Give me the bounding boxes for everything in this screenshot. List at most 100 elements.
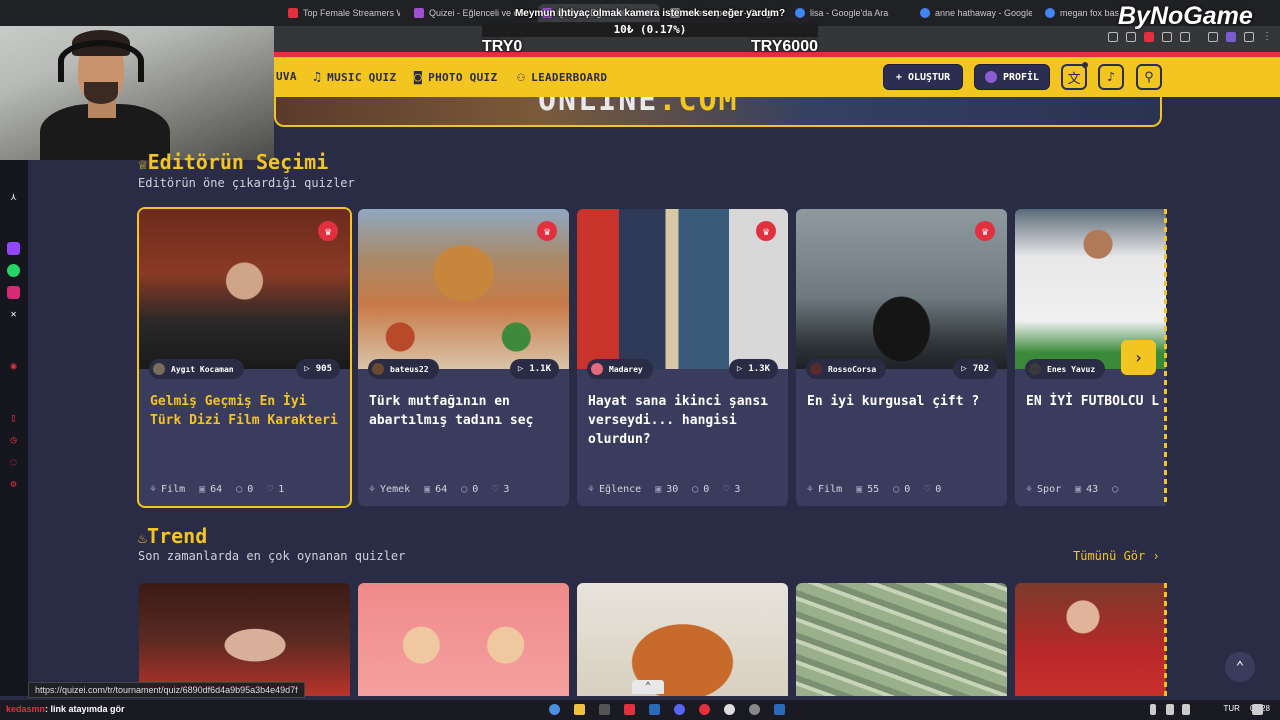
goal-max: TRY6000: [751, 38, 818, 55]
stream-sidebar: [0, 160, 28, 696]
browser-tab[interactable]: megan fox bas: [1045, 4, 1120, 22]
search-icon[interactable]: ⚲: [1136, 64, 1162, 90]
trend-quiz-card[interactable]: [796, 583, 1007, 696]
folder-icon[interactable]: [574, 704, 585, 715]
nav-item-leaderboard[interactable]: ⚇ LEADERBOARD: [517, 70, 607, 85]
play-count: ▷ 1.1K: [509, 359, 559, 379]
donation-message: Meymun ihtiyaç olmak kamera istemek sen …: [514, 8, 786, 19]
language-indicator[interactable]: TUR: [1224, 704, 1240, 713]
gear-icon[interactable]: ⚙: [7, 478, 20, 491]
twitch-icon[interactable]: [7, 242, 20, 255]
avatar: [591, 363, 603, 375]
nav-item-music-quiz[interactable]: ♫ MUSIC QUIZ: [313, 70, 396, 85]
instagram-icon[interactable]: [7, 286, 20, 299]
translate-icon[interactable]: 文: [1061, 64, 1087, 90]
quiz-card[interactable]: ♛ bateus22 ▷ 1.1K Türk mutfağının en abar…: [358, 209, 569, 506]
quiz-title: Türk mutfağının en abartılmış tadını seç: [369, 394, 534, 428]
media-icon[interactable]: [699, 704, 710, 715]
taskbar-app-icon[interactable]: [549, 704, 560, 715]
notification-icon[interactable]: [1252, 704, 1263, 715]
chat-message: kedasmn: link atayımda gör: [6, 704, 125, 714]
microphone-icon[interactable]: [1150, 704, 1156, 715]
scroll-to-top-button[interactable]: ⌃: [1225, 652, 1255, 682]
bell-icon[interactable]: ♪: [1098, 64, 1124, 90]
nav-item-photo-quiz[interactable]: ◙ PHOTO QUIZ: [414, 70, 497, 85]
quiz-title: Hayat sana ikinci şansı verseydi... hang…: [588, 394, 769, 447]
author-badge[interactable]: RossoCorsa: [806, 359, 887, 379]
avatar: [984, 71, 997, 83]
author-badge[interactable]: bateus22: [368, 359, 439, 379]
steam-icon[interactable]: [649, 704, 660, 715]
questions-icon: ▣: [1075, 484, 1082, 495]
site-banner[interactable]: ONLINE.COM: [274, 97, 1162, 127]
quiz-card[interactable]: ♛ RossoCorsa ▷ 702 En iyi kurgusal çift ?…: [796, 209, 1007, 506]
whatsapp-icon[interactable]: [7, 264, 20, 277]
author-badge[interactable]: Aygıt Kocaman: [149, 359, 244, 379]
avatar: [372, 363, 384, 375]
quiz-meta: ⚘ Spor ▣ 43 ◯: [1026, 484, 1119, 495]
author-badge[interactable]: Enes Yavuz: [1025, 359, 1106, 379]
browser-tab[interactable]: Top Female Streamers W: [288, 4, 400, 22]
comment-icon: ◯: [1112, 484, 1119, 495]
trend-quiz-card[interactable]: [358, 583, 569, 696]
quiz-title: Gelmiş Geçmiş En İyi Türk Dizi Film Kara…: [150, 394, 338, 428]
trend-quiz-card[interactable]: [139, 583, 350, 696]
taskbar-app-icon[interactable]: [774, 704, 785, 715]
heart-icon: ♡: [267, 484, 274, 495]
taskbar: kedasmn: link atayımda gör TUR01:28: [0, 700, 1280, 720]
heart-icon: ♡: [924, 484, 931, 495]
create-button[interactable]: + OLUŞTUR: [883, 64, 963, 90]
author-badge[interactable]: Madarey: [587, 359, 653, 379]
discord-icon[interactable]: [674, 704, 685, 715]
clock-icon[interactable]: ◷: [7, 434, 20, 447]
network-icon[interactable]: [1166, 704, 1174, 715]
record-icon[interactable]: ◉: [7, 360, 20, 373]
questions-icon: ▣: [199, 484, 206, 495]
donation-progress: 10₺ (0.17%): [482, 23, 818, 37]
quiz-card[interactable]: ♛ Aygıt Kocaman ▷ 905 Gelmiş Geçmiş En İy…: [137, 207, 352, 508]
play-count: ▷ 1.3K: [728, 359, 778, 379]
chat-icon[interactable]: ◌: [7, 456, 20, 469]
trend-quiz-card[interactable]: [1015, 583, 1166, 696]
camera-icon: ◙: [414, 70, 423, 85]
play-icon: ▷: [517, 364, 524, 374]
comment-icon: ◯: [236, 484, 243, 495]
taskbar-app-icon[interactable]: [624, 704, 635, 715]
quiz-meta: ⚘ Film ▣ 55 ◯ 0 ♡ 0: [807, 484, 942, 495]
category-icon: ⚘: [588, 484, 595, 495]
goal-min: TRY0: [482, 38, 523, 55]
quiz-meta: ⚘ Film ▣ 64 ◯ 0 ♡ 1: [150, 484, 285, 495]
comment-icon: ◯: [461, 484, 468, 495]
see-all-link[interactable]: Tümünü Gör ›: [1073, 549, 1160, 563]
obs-icon[interactable]: [724, 704, 735, 715]
play-count: ▷ 702: [953, 359, 997, 379]
profile-button[interactable]: PROFİL: [974, 64, 1050, 90]
tab-favicon-icon: [1045, 8, 1055, 18]
quiz-title: EN İYİ FUTBOLCU L: [1026, 394, 1160, 409]
collapse-handle[interactable]: ⌃: [632, 680, 664, 694]
extension-icon[interactable]: [1108, 32, 1118, 42]
quiz-card[interactable]: ♛ Madarey ▷ 1.3K Hayat sana ikinci şansı …: [577, 209, 788, 506]
crown-icon: ♛: [975, 221, 995, 241]
x-icon[interactable]: ✕: [7, 308, 20, 321]
crown-icon: ♛: [537, 221, 557, 241]
bookmark-icon[interactable]: ▯: [7, 412, 20, 425]
section-subtitle-editors: Editörün öne çıkardığı quizler: [138, 176, 355, 190]
comment-icon: ◯: [893, 484, 900, 495]
taskbar-app-icon[interactable]: [749, 704, 760, 715]
carousel-next-button[interactable]: ›: [1121, 340, 1156, 375]
volume-icon[interactable]: [1182, 704, 1190, 715]
quiz-title: En iyi kurgusal çift ?: [807, 394, 980, 409]
terminal-icon[interactable]: [599, 704, 610, 715]
system-tray: TUR01:28: [1224, 704, 1270, 713]
music-icon: ♫: [313, 70, 322, 85]
crown-icon: ♕: [138, 154, 148, 173]
play-count: ▷ 905: [296, 359, 340, 379]
app-logo-icon[interactable]: ⋏: [7, 191, 20, 204]
nav-item-home[interactable]: UVA: [276, 70, 297, 83]
play-icon: ▷: [304, 364, 310, 374]
tab-favicon-icon: [288, 8, 298, 18]
browser-tab[interactable]: anne hathaway - Google: [920, 4, 1032, 22]
fire-icon: ♨: [138, 529, 148, 547]
trend-quiz-card[interactable]: [577, 583, 788, 696]
